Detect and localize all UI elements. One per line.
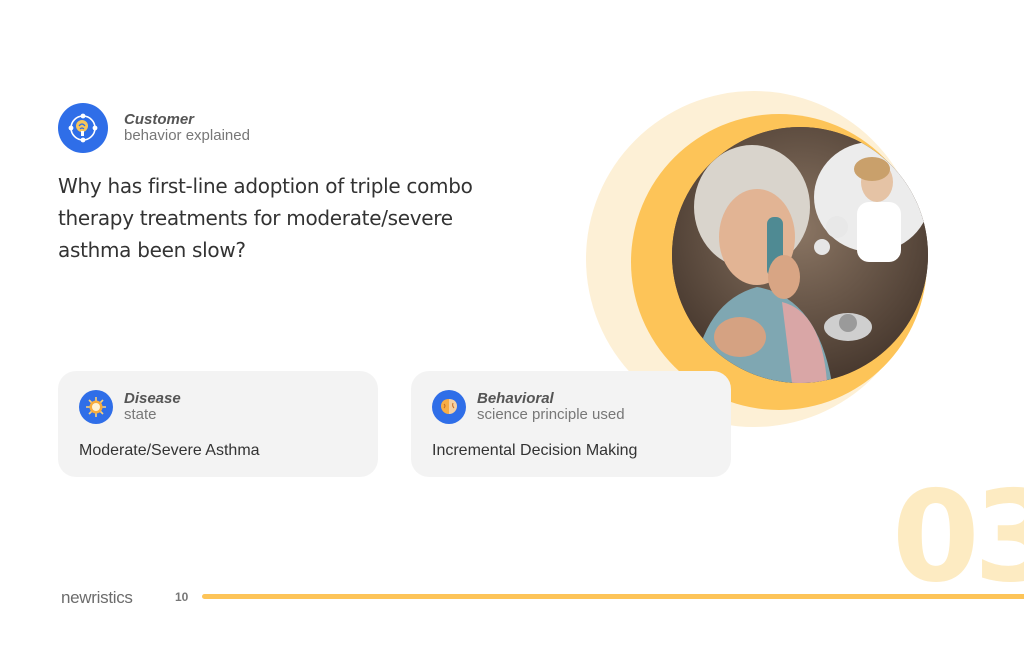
customer-behavior-header: Customer behavior explained [58, 103, 250, 153]
elderly-woman-on-phone-image [672, 127, 928, 383]
disease-value: Moderate/Severe Asthma [79, 442, 260, 459]
disease-state-card: Disease state Moderate/Severe Asthma [58, 371, 378, 477]
behavioral-principle-card: Behavioral science principle used Increm… [411, 371, 731, 477]
newristics-logo: newristics [61, 588, 133, 607]
brain-icon [432, 390, 466, 424]
header-title-light: behavior explained [124, 127, 250, 144]
behavioral-label-strong: Behavioral [477, 390, 554, 407]
page-number: 10 [175, 590, 189, 604]
behavioral-value: Incremental Decision Making [432, 442, 638, 459]
disease-label-light: state [124, 406, 157, 423]
header-title-strong: Customer [124, 111, 195, 128]
virus-icon [79, 390, 113, 424]
section-number: 03 [892, 463, 1024, 610]
brain-network-icon [58, 103, 108, 153]
page-question: Why has first-line adoption of triple co… [58, 174, 473, 262]
disease-label-strong: Disease [124, 390, 181, 407]
behavioral-label-light: science principle used [477, 406, 625, 423]
footer-accent-line [202, 594, 1024, 599]
